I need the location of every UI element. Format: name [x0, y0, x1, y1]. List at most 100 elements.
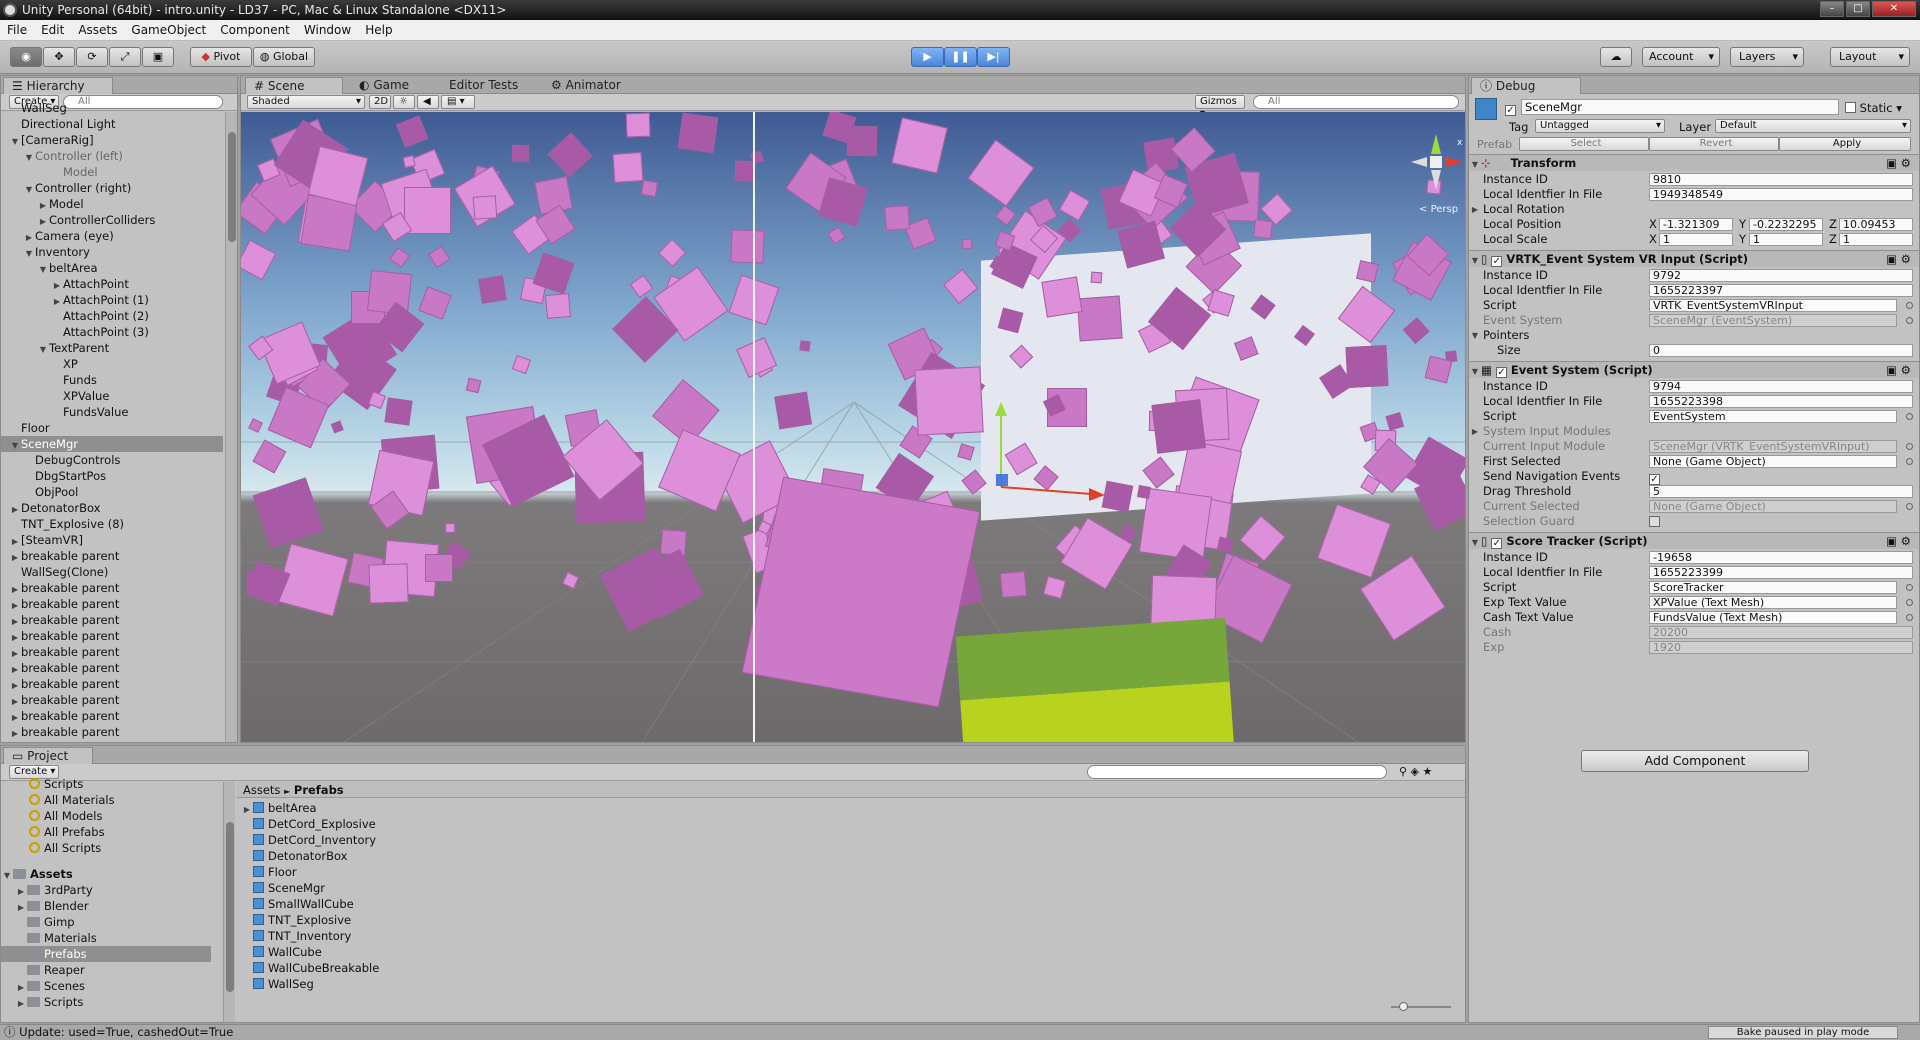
scroll-thumb[interactable] [226, 822, 234, 992]
tab-debug[interactable]: ⓘ Debug [1471, 77, 1581, 94]
scene-cube[interactable] [904, 217, 937, 250]
object-picker-icon[interactable] [1906, 302, 1913, 309]
scene-cube[interactable] [561, 572, 580, 590]
tab-game[interactable]: ◐ Game [351, 77, 417, 94]
orientation-gizmo[interactable]: x [1411, 132, 1465, 202]
local-id-field[interactable]: 1655223398 [1649, 395, 1913, 408]
scene-cube[interactable] [418, 285, 453, 320]
prefab-select-button[interactable]: Select [1519, 137, 1649, 151]
rotate-tool-button[interactable]: ⟳ [76, 47, 108, 67]
static-toggle[interactable]: Static ▾ [1845, 101, 1902, 115]
position-y-field[interactable]: -0.2232295 [1749, 218, 1823, 231]
scene-cube[interactable] [1294, 325, 1315, 347]
scene-search-input[interactable]: All [1253, 95, 1459, 109]
lighting-toggle[interactable]: ☼ [393, 95, 415, 109]
hierarchy-item[interactable]: ObjPool [1, 484, 223, 500]
scene-cube[interactable] [1076, 295, 1123, 342]
folder-item[interactable]: Materials [1, 930, 211, 946]
scene-cube[interactable] [994, 204, 1017, 227]
hierarchy-item[interactable]: ▶ breakable parent [1, 644, 223, 660]
tag-dropdown[interactable]: Untagged ▾ [1535, 119, 1665, 133]
scale-z-field[interactable]: 1 [1839, 233, 1913, 246]
scene-cube[interactable] [943, 268, 979, 305]
tab-project[interactable]: ▭ Project [3, 747, 93, 764]
scene-cube[interactable] [425, 554, 453, 583]
chevron-right-icon[interactable]: ▶ [15, 996, 27, 1012]
scene-cube[interactable] [1151, 399, 1206, 454]
instance-id-field[interactable]: 9810 [1649, 173, 1913, 186]
effects-dropdown[interactable]: ▤ ▾ [441, 95, 475, 109]
chevron-right-icon[interactable]: ▶ [9, 726, 21, 742]
gear-icon[interactable]: ▣ ⚙ [1886, 533, 1911, 550]
hierarchy-item[interactable]: XP [1, 356, 223, 372]
script-field[interactable]: EventSystem [1649, 410, 1897, 423]
hierarchy-scrollbar[interactable] [225, 112, 237, 742]
cloud-button[interactable]: ☁ [1600, 47, 1632, 67]
hierarchy-item[interactable]: ▶ breakable parent [1, 548, 223, 564]
hierarchy-item[interactable]: XPValue [1, 388, 223, 404]
hierarchy-item[interactable]: ▶ DetonatorBox [1, 500, 223, 516]
scene-cube[interactable] [428, 246, 451, 269]
hierarchy-item[interactable]: ▼ Inventory [1, 244, 223, 260]
folder-item[interactable]: ▶ Scripts [1, 994, 211, 1010]
hierarchy-item[interactable]: ▶ Camera (eye) [1, 228, 223, 244]
hierarchy-item[interactable]: ▼ [CameraRig] [1, 132, 223, 148]
scene-cube[interactable] [967, 139, 1034, 207]
scene-cube[interactable] [511, 355, 531, 374]
hierarchy-item[interactable]: ▶ breakable parent [1, 660, 223, 676]
hierarchy-item[interactable]: ▶ [SteamVR] [1, 532, 223, 548]
menu-edit[interactable]: Edit [34, 20, 71, 41]
gear-icon[interactable]: ▣ ⚙ [1886, 251, 1911, 268]
scene-cube[interactable] [677, 112, 719, 154]
account-dropdown[interactable]: Account ▾ [1642, 47, 1720, 67]
scene-cube[interactable] [1009, 344, 1033, 368]
scene-cube[interactable] [1234, 335, 1259, 360]
scene-cube[interactable] [658, 429, 741, 512]
scene-cube[interactable] [1142, 456, 1175, 489]
minimize-button[interactable]: – [1820, 1, 1844, 17]
menu-file[interactable]: File [0, 20, 34, 41]
favorite-item[interactable]: All Materials [29, 792, 115, 808]
local-id-field[interactable]: 1655223399 [1649, 566, 1913, 579]
hierarchy-item[interactable]: ▶ AttachPoint (1) [1, 292, 223, 308]
prefab-item[interactable]: DetonatorBox [241, 848, 347, 864]
folder-item[interactable]: Prefabs [1, 946, 211, 962]
drag-threshold-field[interactable]: 5 [1649, 485, 1913, 498]
hierarchy-item[interactable]: AttachPoint (2) [1, 308, 223, 324]
scene-cube[interactable] [241, 240, 277, 281]
scene-cube[interactable] [657, 238, 687, 268]
scene-cube[interactable] [580, 507, 594, 522]
scene-cube[interactable] [997, 307, 1025, 335]
layers-dropdown[interactable]: Layers ▾ [1730, 47, 1804, 67]
menu-component[interactable]: Component [213, 20, 297, 41]
first-selected-field[interactable]: None (Game Object) [1649, 455, 1897, 468]
prefab-item[interactable]: WallCubeBreakable [241, 960, 379, 976]
status-message[interactable]: Update: used=True, cashedOut=True [19, 1025, 233, 1039]
prefab-revert-button[interactable]: Revert [1649, 137, 1779, 151]
tab-scene[interactable]: # Scene [245, 77, 343, 94]
scene-viewport[interactable]: x < Persp [241, 112, 1465, 742]
scale-tool-button[interactable]: ⤢ [109, 47, 141, 67]
script-field[interactable]: ScoreTracker [1649, 581, 1897, 594]
send-navigation-checkbox[interactable]: ✓ [1649, 470, 1660, 485]
assets-root[interactable]: ▼ Assets [1, 866, 73, 882]
favorite-item[interactable]: All Prefabs [29, 824, 105, 840]
scene-cube[interactable] [248, 417, 264, 433]
cash-text-field[interactable]: FundsValue (Text Mesh) [1649, 611, 1897, 624]
transform-header[interactable]: ▼ ⊹ Transform ▣ ⚙ [1469, 154, 1919, 171]
instance-id-field[interactable]: -19658 [1649, 551, 1913, 564]
local-id-field[interactable]: 1655223397 [1649, 284, 1913, 297]
hierarchy-item[interactable]: ▶ breakable parent [1, 708, 223, 724]
hierarchy-item[interactable]: Directional Light [1, 116, 223, 132]
hierarchy-item[interactable]: AttachPoint (3) [1, 324, 223, 340]
prefab-item[interactable]: WallSeg [241, 976, 314, 992]
pivot-toggle[interactable]: ◆ Pivot [190, 47, 252, 67]
prefab-item[interactable]: Floor [241, 864, 297, 880]
scene-cube[interactable] [1216, 536, 1234, 554]
favorite-item[interactable]: All Models [29, 808, 102, 824]
project-search-input[interactable] [1087, 765, 1387, 779]
instance-id-field[interactable]: 9792 [1649, 269, 1913, 282]
object-name-field[interactable]: SceneMgr [1521, 99, 1839, 115]
hierarchy-item[interactable]: WallSeg [1, 100, 223, 116]
tab-editor-tests[interactable]: Editor Tests [441, 77, 526, 94]
